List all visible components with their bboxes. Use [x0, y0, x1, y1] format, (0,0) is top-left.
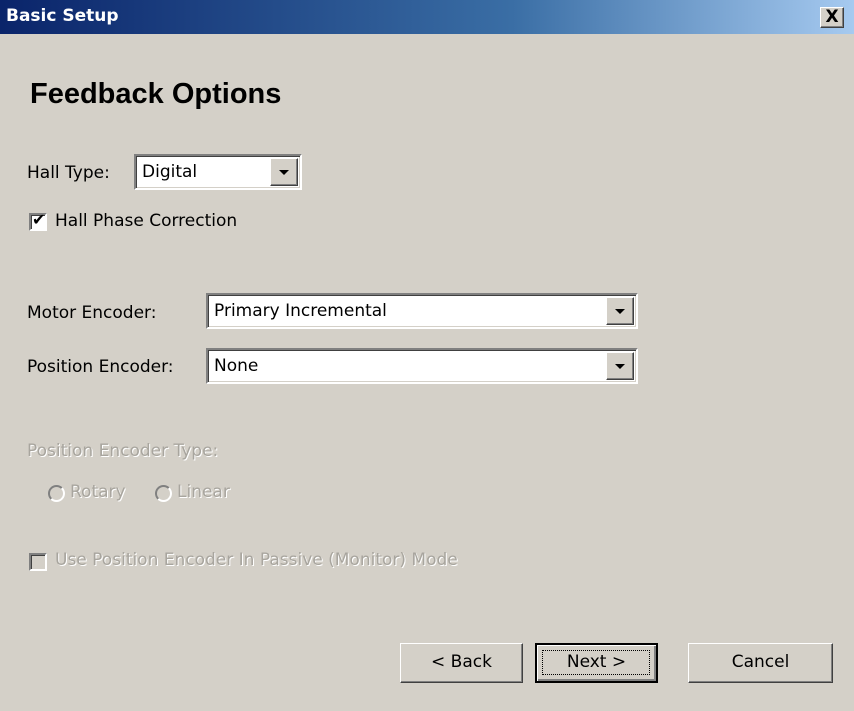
passive-mode-checkbox[interactable]	[29, 553, 47, 571]
position-encoder-select[interactable]: None	[206, 348, 638, 384]
back-button-label: < Back	[431, 652, 492, 672]
window-title: Basic Setup	[6, 6, 119, 26]
next-button[interactable]: Next >	[535, 643, 658, 683]
hall-phase-correction-checkbox[interactable]: ✔	[29, 210, 47, 231]
hall-type-value: Digital	[142, 162, 198, 182]
close-icon: X	[825, 7, 839, 27]
cancel-button[interactable]: Cancel	[688, 643, 833, 683]
back-button[interactable]: < Back	[400, 643, 523, 683]
page-title: Feedback Options	[30, 78, 282, 110]
chevron-down-icon[interactable]	[270, 158, 298, 186]
rotary-radio-label: Rotary	[70, 482, 126, 502]
hall-type-select[interactable]: Digital	[134, 154, 302, 190]
next-button-label: Next >	[566, 652, 627, 672]
chevron-down-icon[interactable]	[606, 352, 634, 380]
linear-radio-label: Linear	[177, 482, 230, 502]
chevron-down-icon[interactable]	[606, 297, 634, 325]
close-button[interactable]: X	[820, 7, 844, 28]
position-encoder-type-label: Position Encoder Type:	[27, 441, 219, 461]
hall-type-label: Hall Type:	[27, 163, 110, 183]
position-encoder-label: Position Encoder:	[27, 357, 174, 377]
cancel-button-label: Cancel	[731, 652, 790, 672]
rotary-radio[interactable]	[48, 485, 65, 502]
title-bar: Basic Setup X	[0, 0, 854, 34]
checkmark-icon: ✔	[32, 210, 46, 229]
hall-phase-correction-label: Hall Phase Correction	[55, 211, 238, 231]
linear-radio[interactable]	[155, 485, 172, 502]
motor-encoder-value: Primary Incremental	[214, 301, 387, 321]
passive-mode-label: Use Position Encoder In Passive (Monitor…	[55, 550, 458, 570]
position-encoder-value: None	[214, 356, 259, 376]
motor-encoder-label: Motor Encoder:	[27, 303, 157, 323]
motor-encoder-select[interactable]: Primary Incremental	[206, 293, 638, 329]
